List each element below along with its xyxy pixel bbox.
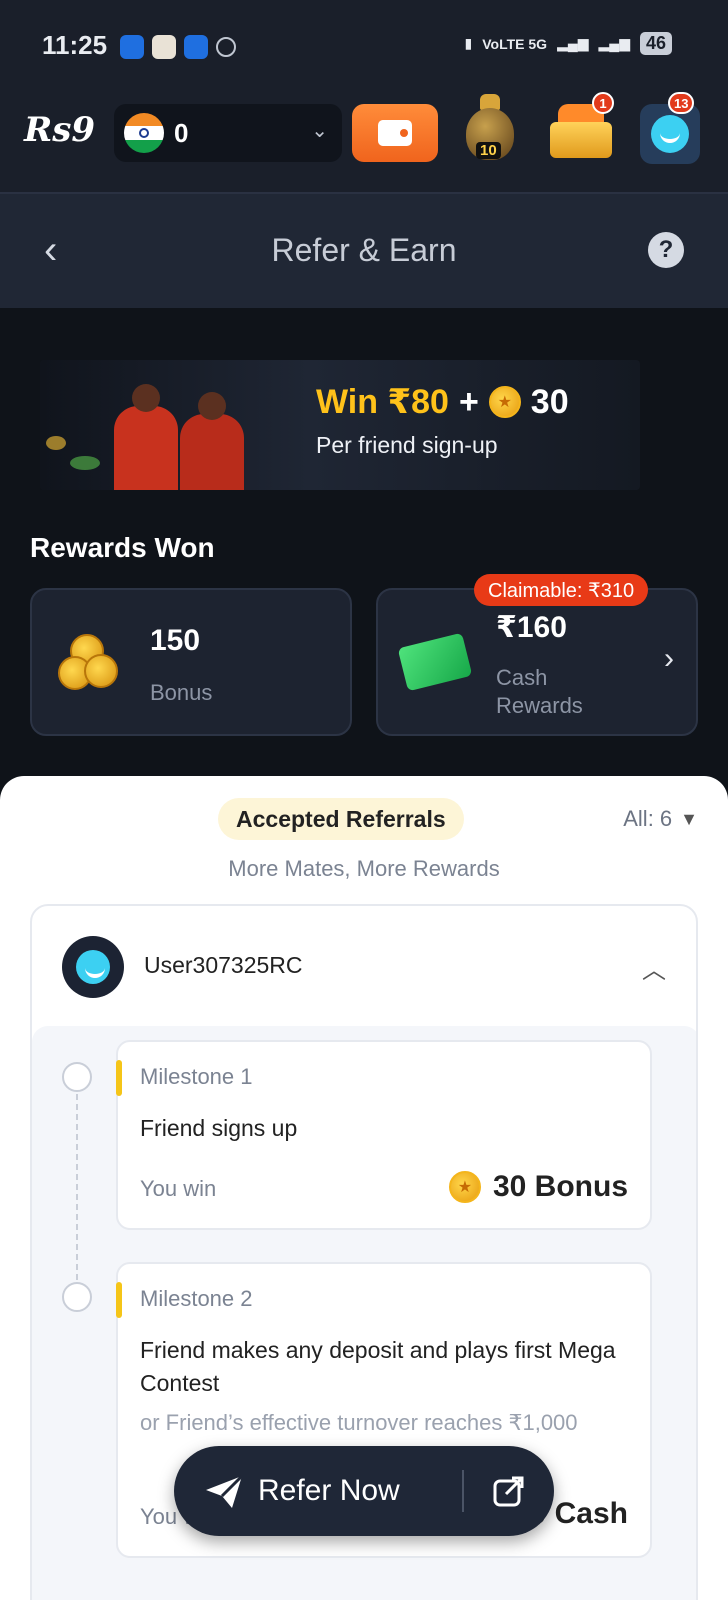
chevron-down-icon: ▼ — [680, 808, 698, 829]
refer-now-label: Refer Now — [258, 1474, 400, 1507]
rewards-heading: Rewards Won — [30, 532, 215, 563]
cash-decoration — [70, 456, 100, 470]
app-header: Rs9 0 ⌄ 10 1 13 — [0, 92, 728, 192]
milestone-card: Milestone 1 Friend signs up You win ★ 30… — [116, 1040, 652, 1230]
gold-coins-icon — [58, 634, 120, 692]
milestone-dot — [62, 1062, 92, 1092]
treasure-chest-button[interactable]: 1 — [548, 92, 614, 160]
plus-sign: + — [458, 382, 479, 421]
cash-value: ₹160 — [496, 611, 567, 644]
players-image — [110, 368, 290, 490]
profile-avatar-button[interactable]: 13 — [640, 92, 700, 164]
milestone-description: Friend signs up — [140, 1115, 298, 1141]
all-count: All: 6 — [623, 806, 673, 831]
app-notification-icon — [120, 35, 144, 59]
battery-indicator: 46 — [639, 32, 672, 55]
profile-badge: 13 — [668, 92, 695, 114]
app-notification-icon — [184, 35, 208, 59]
coin-icon: ★ — [488, 386, 521, 418]
app-logo[interactable]: Rs9 — [24, 110, 95, 150]
pot-level: 10 — [476, 142, 501, 159]
gallery-notification-icon — [152, 35, 176, 59]
jackpot-pot-button[interactable]: 10 — [462, 92, 518, 164]
wallet-icon — [378, 120, 412, 146]
coin-amount: 30 — [530, 382, 569, 421]
help-icon[interactable]: ? — [648, 232, 684, 268]
milestone-title: Milestone 1 — [140, 1064, 253, 1089]
send-plane-icon — [206, 1474, 244, 1508]
coin-decoration — [46, 436, 66, 450]
chest-icon — [550, 122, 612, 158]
cash-reward-card[interactable]: ₹160 Cash Rewards › — [376, 588, 698, 736]
chevron-up-icon[interactable]: ︿ — [642, 950, 666, 985]
timeline-connector — [76, 1094, 78, 1310]
mascot-avatar-icon — [76, 950, 110, 984]
cash-label: Cash Rewards — [496, 665, 583, 718]
tab-accepted-referrals[interactable]: Accepted Referrals — [218, 798, 464, 840]
milestone-prize: ★ 30 Bonus — [448, 1170, 628, 1204]
page-titlebar: ‹ Refer & Earn ? — [0, 192, 728, 308]
banner-text: Win ₹80 + ★ 30 Per friend sign-up — [316, 382, 569, 459]
coin-icon: ★ — [448, 1171, 481, 1203]
share-icon[interactable] — [492, 1474, 526, 1508]
balance-selector[interactable]: 0 ⌄ — [114, 104, 342, 162]
page-title: Refer & Earn — [271, 232, 457, 268]
milestone-description: Friend makes any deposit and plays first… — [140, 1337, 616, 1396]
vibrate-icon: ▮ — [464, 35, 473, 51]
refer-now-button[interactable]: Refer Now — [174, 1446, 554, 1536]
notification-icons — [120, 35, 236, 59]
milestone-alt-condition: or Friend’s effective turnover reaches ₹… — [140, 1410, 578, 1435]
bonus-reward-card: 150 Bonus — [30, 588, 352, 736]
bonus-value: 150 — [150, 624, 201, 657]
signal-5g-icon: ▂▄▆ — [598, 35, 630, 51]
banner-subtitle: Per friend sign-up — [316, 432, 498, 458]
refer-banner: Win ₹80 + ★ 30 Per friend sign-up — [40, 360, 640, 490]
milestone-dot — [62, 1282, 92, 1312]
milestone-win-label: You win — [140, 1176, 217, 1201]
chevron-down-icon: ⌄ — [311, 120, 328, 142]
signal-icon: ▂▄▆ — [557, 35, 589, 51]
mascot-avatar-icon — [651, 115, 689, 153]
milestone-prize-value: 30 Bonus — [492, 1170, 628, 1203]
chest-badge: 1 — [592, 92, 614, 114]
milestone-accent-bar — [116, 1060, 122, 1096]
balance-value: 0 — [174, 117, 189, 148]
win-amount: Win ₹80 — [316, 383, 449, 421]
claimable-badge[interactable]: Claimable: ₹310 — [474, 574, 649, 606]
status-time: 11:25 — [42, 30, 108, 60]
button-divider — [462, 1470, 464, 1512]
wallet-button[interactable] — [352, 104, 438, 162]
user-avatar — [62, 936, 124, 998]
referral-filter-dropdown[interactable]: All: 6 ▼ — [623, 806, 698, 832]
banner-offer: Win ₹80 + ★ 30 — [316, 382, 569, 422]
milestone-accent-bar — [116, 1282, 122, 1318]
status-bar: 11:25 ▮ VoLTE 5G ▂▄▆ ▂▄▆ 46 — [0, 0, 728, 92]
referrals-subtitle: More Mates, More Rewards — [228, 856, 500, 881]
bonus-label: Bonus — [150, 680, 213, 705]
system-status: ▮ VoLTE 5G ▂▄▆ ▂▄▆ 46 — [465, 32, 672, 55]
incognito-icon — [216, 37, 236, 57]
milestone-title: Milestone 2 — [140, 1286, 253, 1311]
cash-stack-icon — [397, 632, 473, 692]
referral-user-name: User307325RC — [144, 952, 303, 978]
india-flag-icon — [124, 113, 164, 153]
chevron-right-icon: › — [664, 642, 674, 675]
network-label: VoLTE 5G — [482, 35, 548, 52]
